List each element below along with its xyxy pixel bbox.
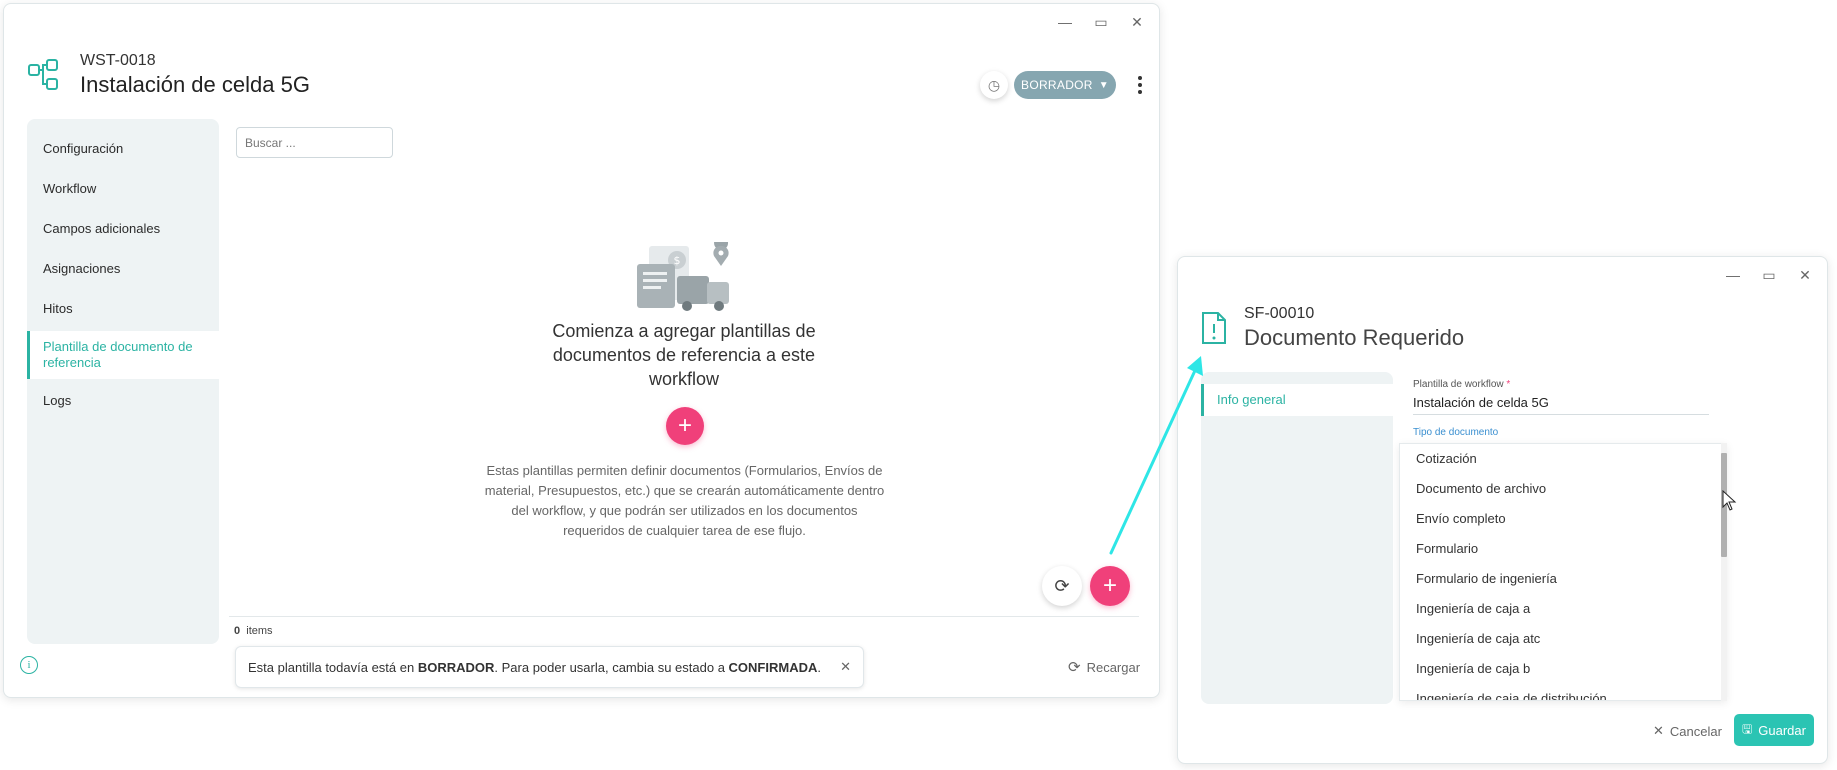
refresh-button[interactable]: ⟳ (1042, 566, 1082, 606)
sidebar: Info general (1201, 372, 1393, 704)
sidebar-item-asignaciones[interactable]: Asignaciones (27, 255, 219, 283)
minimize-icon[interactable]: — (1051, 10, 1079, 34)
close-icon: ✕ (1653, 723, 1664, 738)
dropdown-option[interactable]: Documento de archivo (1400, 474, 1726, 504)
sidebar-item-info-general[interactable]: Info general (1201, 384, 1393, 416)
toast-text-2: . Para poder usarla, cambia su estado a (494, 659, 729, 675)
annotation-arrow-icon (1109, 356, 1203, 555)
close-icon[interactable]: ✕ (840, 659, 851, 675)
empty-state-description: Estas plantillas permiten definir docume… (484, 463, 885, 538)
workflow-template-window: — ▭ ✕ WST-0018 Instalación de celda 5G ◷… (3, 3, 1160, 698)
dropdown-option[interactable]: Ingeniería de caja atc (1400, 624, 1726, 654)
items-count-label: items (246, 625, 273, 637)
workflow-icon (28, 59, 58, 90)
sidebar: Configuración Workflow Campos adicionale… (27, 119, 219, 644)
workflow-template-label: Plantilla de workflow * (1413, 379, 1510, 390)
items-count-value: 0 (234, 625, 241, 637)
document-type-label: Tipo de documento (1413, 427, 1499, 438)
window-header: WST-0018 Instalación de celda 5G (26, 52, 310, 98)
workflow-template-label-text: Plantilla de workflow (1413, 379, 1504, 390)
dropdown-option[interactable]: Formulario de ingeniería (1400, 564, 1726, 594)
cancel-button[interactable]: ✕ Cancelar (1653, 723, 1722, 739)
window-controls: — ▭ ✕ (1719, 263, 1819, 287)
history-icon[interactable]: ◷ (980, 71, 1008, 99)
toast-bold-borrador: BORRADOR (417, 659, 495, 675)
dropdown-option[interactable]: Ingeniería de caja de distribución (1400, 684, 1726, 700)
window-header: SF-00010 Documento Requerido (1200, 305, 1464, 351)
close-icon[interactable]: ✕ (1123, 10, 1151, 34)
dropdown-option[interactable]: Ingeniería de caja b (1400, 654, 1726, 684)
required-asterisk: * (1506, 379, 1511, 390)
items-count: 0 items (234, 625, 273, 637)
status-label: BORRADOR (1021, 78, 1093, 92)
empty-state-title: Comienza a agregar plantillas de documen… (552, 321, 816, 389)
dropdown-option[interactable]: Ingeniería de caja a (1400, 594, 1726, 624)
close-icon[interactable]: ✕ (1791, 263, 1819, 287)
scrollbar[interactable] (1721, 443, 1727, 701)
sidebar-item-hitos[interactable]: Hitos (27, 295, 219, 323)
documents-illustration-icon: $ (637, 242, 729, 311)
maximize-icon[interactable]: ▭ (1087, 10, 1115, 34)
toast-text-1: Esta plantilla todavía está en (248, 659, 418, 675)
cancel-label: Cancelar (1669, 723, 1722, 739)
toast-text-3: . (817, 659, 821, 675)
save-icon: 🖫 (1742, 721, 1753, 736)
window-controls: — ▭ ✕ (1051, 10, 1151, 34)
dropdown-option[interactable]: Envío completo (1400, 504, 1726, 534)
save-label: Guardar (1758, 722, 1806, 738)
info-icon[interactable]: i (20, 656, 38, 674)
document-type-dropdown[interactable]: Cotización Documento de archivo Envío comp… (1399, 443, 1727, 701)
refresh-icon: ⟳ (1054, 575, 1070, 596)
document-code: WST-0018 (80, 52, 156, 69)
dropdown-options: Cotización Documento de archivo Envío comp… (1400, 444, 1726, 700)
sidebar-item-configuracion[interactable]: Configuración (27, 135, 219, 163)
save-button[interactable]: 🖫 Guardar (1734, 714, 1814, 746)
status-dropdown[interactable]: BORRADOR ▼ (1014, 71, 1116, 99)
add-button[interactable]: + (1090, 566, 1130, 606)
sidebar-item-workflow[interactable]: Workflow (27, 175, 219, 203)
document-code: SF-00010 (1244, 305, 1315, 322)
plus-icon: + (1102, 572, 1117, 599)
page-title: Documento Requerido (1244, 325, 1465, 350)
mouse-cursor-icon (1722, 490, 1737, 511)
plus-icon: + (677, 412, 692, 439)
reload-button[interactable]: ⟳ Recargar (1068, 658, 1140, 676)
minimize-icon[interactable]: — (1719, 263, 1747, 287)
refresh-icon: ⟳ (1068, 659, 1081, 676)
document-alert-icon (1202, 312, 1226, 344)
dropdown-option[interactable]: Formulario (1400, 534, 1726, 564)
divider (229, 616, 1139, 617)
more-options-icon[interactable] (1134, 72, 1146, 98)
draft-notice-toast: Esta plantilla todavía está en BORRADOR … (235, 646, 864, 688)
add-template-button[interactable]: + (666, 407, 704, 445)
workflow-template-field[interactable]: Instalación de celda 5G (1413, 395, 1709, 415)
dropdown-option[interactable]: Cotización (1400, 444, 1726, 474)
sidebar-item-logs[interactable]: Logs (27, 387, 219, 415)
search-input[interactable]: Buscar ... (236, 127, 393, 158)
sidebar-item-plantilla-documento[interactable]: Plantilla de documento de referencia (27, 331, 219, 379)
toast-bold-confirmada: CONFIRMADA (728, 659, 818, 675)
svg-text:$: $ (674, 254, 681, 267)
page-title: Instalación de celda 5G (80, 72, 310, 97)
reload-label: Recargar (1086, 659, 1141, 675)
maximize-icon[interactable]: ▭ (1755, 263, 1783, 287)
sidebar-item-campos-adicionales[interactable]: Campos adicionales (27, 215, 219, 243)
chevron-down-icon: ▼ (1098, 79, 1109, 91)
